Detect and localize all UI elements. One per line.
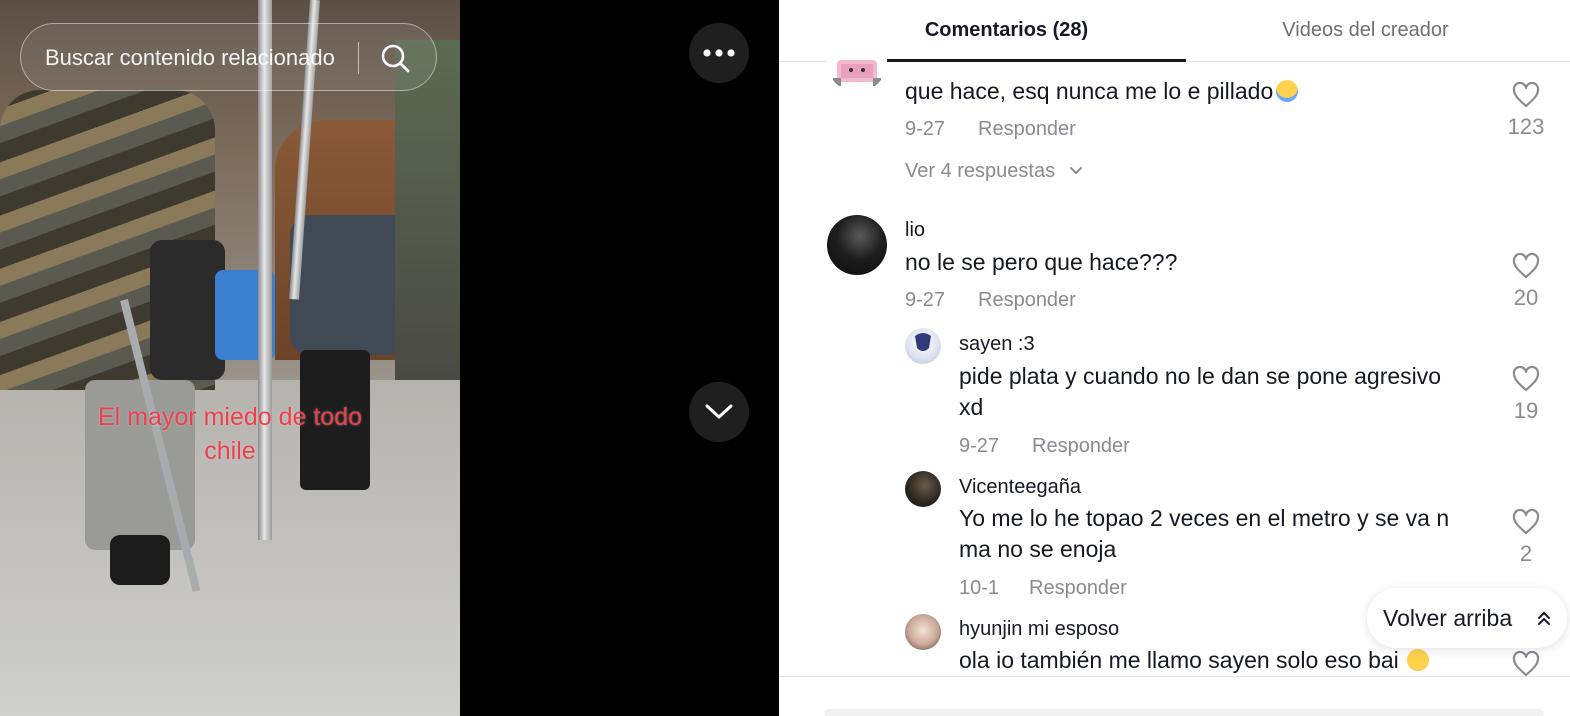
anime-avatar-icon	[915, 333, 931, 351]
reply-username[interactable]: hyunjin mi esposo	[959, 618, 1119, 641]
search-icon[interactable]	[379, 42, 411, 74]
video-caption: El mayor miedo de todo chile	[40, 400, 420, 468]
reply-button[interactable]: Responder	[978, 118, 1076, 141]
reply-text: pide plata y cuando no le dan se pone ag…	[959, 361, 1441, 423]
comment-text: no le se pero que hace???	[905, 249, 1178, 275]
reply-date: 10-1	[959, 577, 1000, 599]
double-chevron-up-icon	[1538, 612, 1550, 625]
heart-icon	[1512, 253, 1540, 279]
reply-text-line-1: Yo me lo he topao 2 veces en el metro y …	[959, 505, 1450, 531]
more-options-button[interactable]	[689, 23, 749, 83]
comment-input-field[interactable]	[824, 709, 1544, 716]
person-background	[395, 40, 460, 380]
chevron-down-icon	[1069, 167, 1082, 175]
reply-text-line-1: pide plata y cuando no le dan se pone ag…	[959, 363, 1442, 389]
reply-text-line-2: xd	[959, 394, 984, 420]
reply-username[interactable]: Vicenteegaña	[959, 476, 1081, 499]
reply-button[interactable]: Responder	[978, 289, 1076, 312]
avatar[interactable]	[905, 328, 941, 364]
like-count: 123	[1507, 114, 1545, 139]
like-button[interactable]: 123	[1496, 82, 1556, 140]
comment-text: que hace, esq nunca me lo e pillado	[905, 76, 1299, 107]
tab-creator-videos[interactable]: Videos del creador	[1186, 19, 1545, 42]
comment-text-1: que hace, esq nunca me lo e pillado	[905, 78, 1274, 104]
reply-text-line-2: ma no se enoja	[959, 536, 1117, 562]
reply-date: 9-27	[959, 435, 1000, 457]
like-button[interactable]: 19	[1496, 366, 1556, 424]
like-count: 20	[1513, 285, 1539, 310]
avatar[interactable]	[905, 471, 941, 507]
like-button[interactable]: 2	[1496, 509, 1556, 567]
video-frame[interactable]: El mayor miedo de todo chile Buscar cont…	[0, 0, 460, 716]
search-divider	[358, 42, 359, 74]
like-count: 19	[1513, 398, 1539, 423]
video-caption-line-1: El mayor miedo de todo	[97, 403, 363, 431]
view-replies-label: Ver 4 respuestas	[905, 160, 1056, 182]
crying-emoji-icon	[1276, 80, 1299, 102]
back-to-top-button[interactable]: Volver arriba	[1367, 588, 1567, 648]
back-to-top-label: Volver arriba	[1383, 605, 1513, 631]
comment-username[interactable]: lio	[905, 219, 925, 242]
tab-comments[interactable]: Comentarios (28)	[827, 19, 1186, 42]
shoe	[110, 535, 170, 585]
reply-text: ola io también me llamo sayen solo eso b…	[959, 645, 1429, 676]
heart-icon	[1512, 651, 1540, 677]
video-player[interactable]: El mayor miedo de todo chile Buscar cont…	[0, 0, 779, 716]
chevron-down-icon	[705, 404, 733, 419]
next-video-button[interactable]	[689, 382, 749, 442]
reply-text: Yo me lo he topao 2 veces en el metro y …	[959, 503, 1449, 565]
avatar[interactable]	[905, 614, 941, 650]
reply-button[interactable]: Responder	[1029, 577, 1127, 600]
comment-date: 9-27	[905, 118, 946, 140]
reply-button[interactable]: Responder	[1032, 435, 1130, 458]
like-count: 2	[1519, 541, 1533, 566]
reply-text-line-1: ola io también me llamo sayen solo eso b…	[959, 647, 1399, 673]
comment-input-divider	[779, 676, 1570, 677]
video-caption-line-2: chile	[204, 437, 256, 465]
related-search-box[interactable]: Buscar contenido relacionado	[20, 23, 437, 91]
bag	[150, 240, 225, 380]
heart-icon	[1512, 82, 1540, 108]
heart-icon	[1512, 366, 1540, 392]
view-replies-button[interactable]: Ver 4 respuestas	[905, 160, 1083, 183]
tab-bar: Comentarios (28) Videos del creador	[779, 0, 1570, 62]
like-button[interactable]: 20	[1496, 253, 1556, 311]
pleading-face-emoji-icon	[1406, 649, 1429, 671]
avatar[interactable]	[827, 215, 887, 275]
related-search-input[interactable]: Buscar contenido relacionado	[45, 45, 357, 71]
reply-username[interactable]: sayen :3	[959, 333, 1035, 356]
heart-icon	[1512, 509, 1540, 535]
more-horizontal-icon	[703, 49, 735, 57]
comment-date: 9-27	[905, 289, 946, 311]
like-button[interactable]	[1496, 651, 1556, 677]
